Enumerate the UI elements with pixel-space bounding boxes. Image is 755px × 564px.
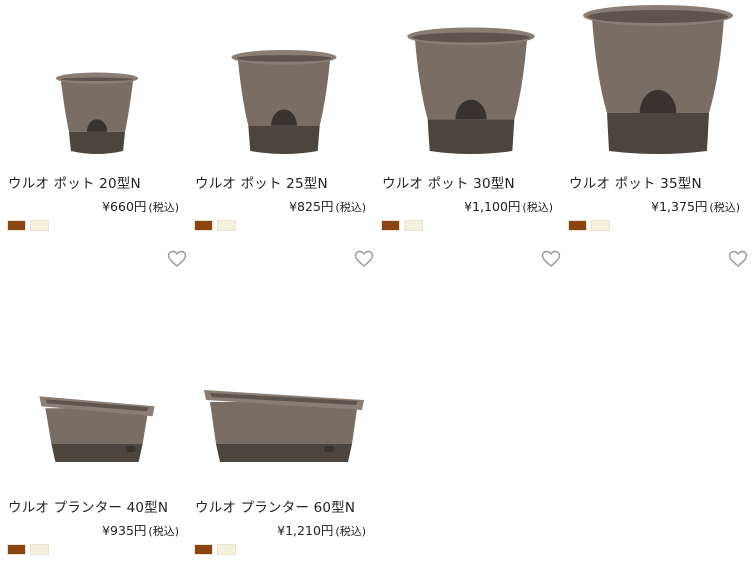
swatch-ivory[interactable] [217, 220, 236, 231]
pot-image [583, 5, 733, 154]
product-name[interactable]: ウルオ プランター 40型N [8, 496, 168, 516]
favorite-heart-icon[interactable] [728, 250, 748, 268]
swatch-brown[interactable] [7, 544, 26, 555]
product-price: ¥1,210円 (税込) [277, 520, 366, 539]
price-value: ¥825円 [289, 199, 334, 214]
pot-image [55, 72, 139, 154]
swatch-ivory[interactable] [30, 220, 49, 231]
product-card[interactable]: ウルオ ポット 20型N ¥660円 (税込) [7, 0, 187, 267]
color-swatches [7, 220, 49, 231]
color-swatches [568, 220, 610, 231]
swatch-ivory[interactable] [30, 544, 49, 555]
product-card[interactable]: ウルオ ポット 35型N ¥1,375円 (税込) [568, 0, 748, 267]
product-image[interactable] [7, 350, 187, 480]
swatch-brown[interactable] [194, 544, 213, 555]
product-name[interactable]: ウルオ プランター 60型N [195, 496, 355, 516]
color-swatches [381, 220, 423, 231]
swatch-brown[interactable] [194, 220, 213, 231]
product-image[interactable] [194, 350, 374, 480]
swatch-brown[interactable] [381, 220, 400, 231]
product-card[interactable]: ウルオ ポット 30型N ¥1,100円 (税込) [381, 0, 561, 267]
product-card[interactable]: ウルオ プランター 60型N ¥1,210円 (税込) [194, 350, 374, 564]
planter-image [204, 390, 364, 462]
product-card[interactable]: ウルオ プランター 40型N ¥935円 (税込) [7, 350, 187, 564]
favorite-heart-icon[interactable] [354, 250, 374, 268]
price-value: ¥1,210円 [277, 523, 334, 538]
tax-label: (税込) [335, 201, 366, 214]
tax-label: (税込) [522, 201, 553, 214]
planter-image [39, 396, 155, 462]
product-price: ¥825円 (税込) [289, 196, 366, 215]
price-value: ¥660円 [102, 199, 147, 214]
tax-label: (税込) [709, 201, 740, 214]
swatch-brown[interactable] [568, 220, 587, 231]
product-image[interactable] [381, 0, 561, 160]
favorite-heart-icon[interactable] [541, 250, 561, 268]
color-swatches [7, 544, 49, 555]
product-name[interactable]: ウルオ ポット 25型N [195, 172, 328, 192]
swatch-brown[interactable] [7, 220, 26, 231]
tax-label: (税込) [148, 201, 179, 214]
swatch-ivory[interactable] [217, 544, 236, 555]
price-value: ¥1,100円 [464, 199, 521, 214]
pot-image [231, 50, 337, 154]
color-swatches [194, 544, 236, 555]
swatch-ivory[interactable] [404, 220, 423, 231]
product-image[interactable] [7, 0, 187, 160]
price-value: ¥935円 [102, 523, 147, 538]
color-swatches [194, 220, 236, 231]
product-price: ¥660円 (税込) [102, 196, 179, 215]
tax-label: (税込) [148, 525, 179, 538]
swatch-ivory[interactable] [591, 220, 610, 231]
tax-label: (税込) [335, 525, 366, 538]
product-name[interactable]: ウルオ ポット 20型N [8, 172, 141, 192]
product-price: ¥1,100円 (税込) [464, 196, 553, 215]
favorite-heart-icon[interactable] [167, 250, 187, 268]
product-card[interactable]: ウルオ ポット 25型N ¥825円 (税込) [194, 0, 374, 267]
product-image[interactable] [568, 0, 748, 160]
product-name[interactable]: ウルオ ポット 35型N [569, 172, 702, 192]
product-price: ¥935円 (税込) [102, 520, 179, 539]
product-name[interactable]: ウルオ ポット 30型N [382, 172, 515, 192]
price-value: ¥1,375円 [651, 199, 708, 214]
product-image[interactable] [194, 0, 374, 160]
product-price: ¥1,375円 (税込) [651, 196, 740, 215]
pot-image [407, 27, 535, 154]
